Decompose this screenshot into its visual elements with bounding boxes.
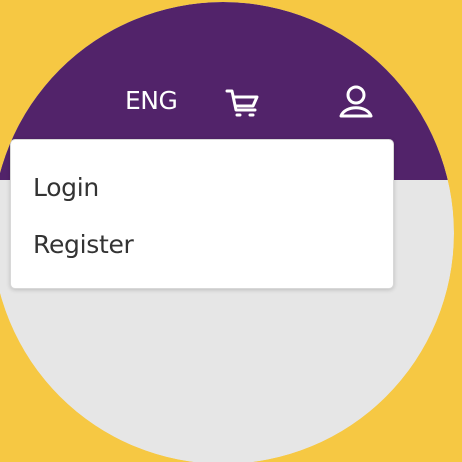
zoomed-circle-view: ENG Login Register xyxy=(0,2,454,462)
language-selector[interactable]: ENG xyxy=(125,86,178,116)
shopping-cart-icon[interactable] xyxy=(224,86,262,122)
user-account-icon[interactable] xyxy=(335,84,377,120)
page-canvas: ENG Login Register xyxy=(0,0,462,462)
register-menu-item[interactable]: Register xyxy=(33,230,134,260)
login-menu-item[interactable]: Login xyxy=(33,173,99,203)
account-dropdown-menu xyxy=(10,139,394,289)
